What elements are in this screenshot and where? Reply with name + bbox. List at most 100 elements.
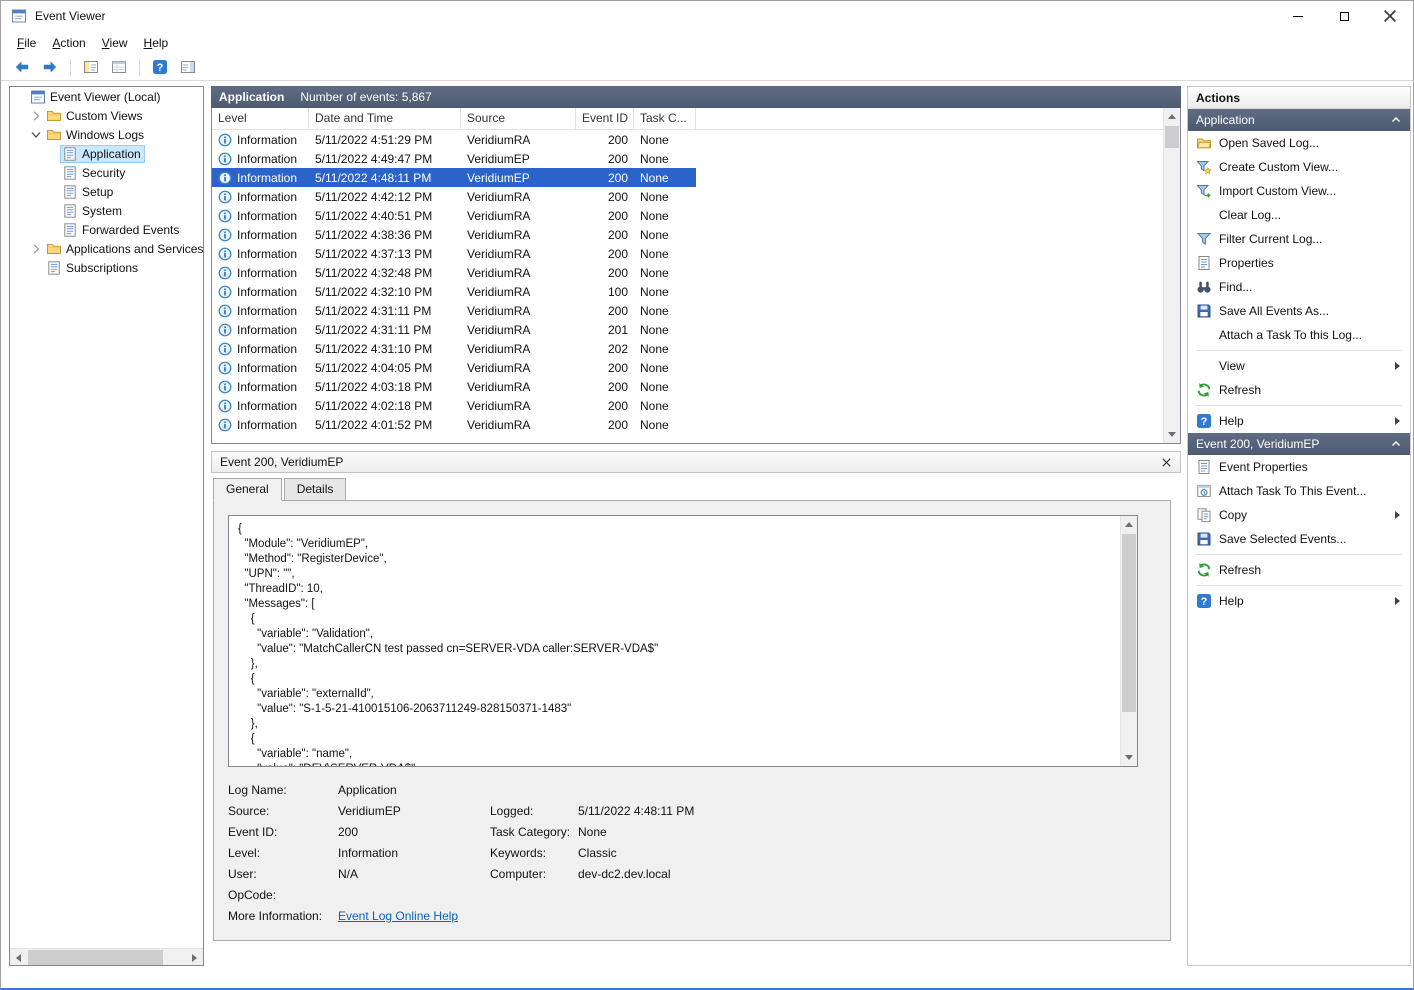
- tree-item-forwarded-events[interactable]: Forwarded Events: [10, 220, 203, 239]
- tree-item-system[interactable]: System: [10, 201, 203, 220]
- meta-empty: [490, 783, 578, 798]
- menu-file[interactable]: File: [9, 33, 44, 53]
- event-row[interactable]: Information5/11/2022 4:31:11 PMVeridiumR…: [212, 301, 696, 320]
- event-row[interactable]: Information5/11/2022 4:32:10 PMVeridiumR…: [212, 282, 696, 301]
- properties-icon: [1196, 459, 1212, 475]
- svg-text:?: ?: [1201, 596, 1208, 608]
- action-label: View: [1219, 359, 1245, 373]
- scroll-up-button[interactable]: [1164, 108, 1180, 125]
- column-header-task-c[interactable]: Task C...: [634, 108, 696, 129]
- event-row[interactable]: Information5/11/2022 4:42:12 PMVeridiumR…: [212, 187, 696, 206]
- event-level-text: Information: [237, 152, 297, 166]
- chevron-right-icon[interactable]: [28, 108, 44, 124]
- event-date-cell: 5/11/2022 4:48:11 PM: [309, 171, 461, 185]
- event-source-cell: VeridiumRA: [461, 266, 576, 280]
- menu-action[interactable]: Action: [44, 33, 93, 53]
- column-header-source[interactable]: Source: [461, 108, 576, 129]
- scroll-down-button[interactable]: [1164, 426, 1180, 443]
- tree-item-security[interactable]: Security: [10, 163, 203, 182]
- tree-item-label: Applications and Services Lo: [66, 242, 204, 256]
- event-list-vertical-scrollbar[interactable]: [1163, 108, 1180, 443]
- actions-section-event-200-veridiumep[interactable]: Event 200, VeridiumEP: [1188, 433, 1410, 455]
- event-row[interactable]: Information5/11/2022 4:31:10 PMVeridiumR…: [212, 339, 696, 358]
- event-row[interactable]: Information5/11/2022 4:40:51 PMVeridiumR…: [212, 206, 696, 225]
- action-save-all-events-as[interactable]: Save All Events As...: [1188, 299, 1410, 323]
- tree-item-event-viewer-local[interactable]: Event Viewer (Local): [10, 87, 203, 106]
- action-help[interactable]: ?Help: [1188, 409, 1410, 433]
- event-date-cell: 5/11/2022 4:03:18 PM: [309, 380, 461, 394]
- column-header-level[interactable]: Level: [212, 108, 309, 129]
- event-row[interactable]: Information5/11/2022 4:48:11 PMVeridiumE…: [212, 168, 696, 187]
- tree-item-application[interactable]: Application: [10, 144, 203, 163]
- action-refresh[interactable]: Refresh: [1188, 378, 1410, 402]
- scroll-down-button[interactable]: [1121, 749, 1137, 766]
- action-create-custom-view[interactable]: Create Custom View...: [1188, 155, 1410, 179]
- action-filter-current-log[interactable]: Filter Current Log...: [1188, 227, 1410, 251]
- close-preview-icon[interactable]: [1161, 457, 1172, 468]
- action-save-selected-events[interactable]: Save Selected Events...: [1188, 527, 1410, 551]
- event-row[interactable]: Information5/11/2022 4:32:48 PMVeridiumR…: [212, 263, 696, 282]
- show-console-tree-icon: [83, 59, 99, 75]
- scrollbar-thumb[interactable]: [1122, 534, 1136, 712]
- column-header-event-id[interactable]: Event ID: [576, 108, 634, 129]
- action-find[interactable]: Find...: [1188, 275, 1410, 299]
- export-list-button[interactable]: [106, 56, 132, 79]
- action-copy[interactable]: Copy: [1188, 503, 1410, 527]
- tab-general[interactable]: General: [213, 478, 282, 501]
- tree-item-setup[interactable]: Setup: [10, 182, 203, 201]
- show-action-pane-button[interactable]: [175, 56, 201, 79]
- event-row[interactable]: Information5/11/2022 4:04:05 PMVeridiumR…: [212, 358, 696, 377]
- action-import-custom-view[interactable]: Import Custom View...: [1188, 179, 1410, 203]
- event-row[interactable]: Information5/11/2022 4:49:47 PMVeridiumE…: [212, 149, 696, 168]
- event-level-text: Information: [237, 304, 297, 318]
- maximize-button[interactable]: [1321, 1, 1367, 31]
- action-attach-a-task-to-this-log[interactable]: Attach a Task To this Log...: [1188, 323, 1410, 347]
- scroll-left-button[interactable]: [10, 949, 27, 966]
- action-help[interactable]: ?Help: [1188, 589, 1410, 613]
- general-tab-page: { "Module": "VeridiumEP", "Method": "Reg…: [213, 500, 1171, 941]
- action-open-saved-log[interactable]: Open Saved Log...: [1188, 131, 1410, 155]
- tree-horizontal-scrollbar[interactable]: [10, 948, 203, 965]
- action-event-properties[interactable]: Event Properties: [1188, 455, 1410, 479]
- help-button[interactable]: ?: [147, 56, 173, 79]
- description-vertical-scrollbar[interactable]: [1120, 516, 1137, 766]
- source-label: Source:: [228, 804, 338, 819]
- scroll-right-button[interactable]: [186, 949, 203, 966]
- actions-section-application[interactable]: Application: [1188, 109, 1410, 131]
- action-label: Open Saved Log...: [1219, 136, 1319, 150]
- event-task-cell: None: [634, 228, 696, 242]
- tree-item-subscriptions[interactable]: Subscriptions: [10, 258, 203, 277]
- chevron-down-icon[interactable]: [28, 127, 44, 143]
- show-console-tree-button[interactable]: [78, 56, 104, 79]
- menu-help[interactable]: Help: [136, 33, 177, 53]
- event-row[interactable]: Information5/11/2022 4:03:18 PMVeridiumR…: [212, 377, 696, 396]
- event-row[interactable]: Information5/11/2022 4:38:36 PMVeridiumR…: [212, 225, 696, 244]
- action-clear-log[interactable]: Clear Log...: [1188, 203, 1410, 227]
- menu-view[interactable]: View: [94, 33, 136, 53]
- forward-arrow-button[interactable]: [37, 56, 63, 79]
- tree-item-applications-and-services-lo[interactable]: Applications and Services Lo: [10, 239, 203, 258]
- back-arrow-button[interactable]: [9, 56, 35, 79]
- scrollbar-thumb[interactable]: [1165, 126, 1179, 148]
- action-refresh[interactable]: Refresh: [1188, 558, 1410, 582]
- tree-item-windows-logs[interactable]: Windows Logs: [10, 125, 203, 144]
- tab-details[interactable]: Details: [284, 478, 347, 501]
- logged-label: Logged:: [490, 804, 578, 819]
- event-row[interactable]: Information5/11/2022 4:01:52 PMVeridiumR…: [212, 415, 696, 434]
- event-row[interactable]: Information5/11/2022 4:51:29 PMVeridiumR…: [212, 130, 696, 149]
- scroll-up-button[interactable]: [1121, 516, 1137, 533]
- event-log-online-help-link[interactable]: Event Log Online Help: [338, 909, 490, 924]
- tree-item-custom-views[interactable]: Custom Views: [10, 106, 203, 125]
- chevron-right-icon[interactable]: [28, 241, 44, 257]
- action-view[interactable]: View: [1188, 354, 1410, 378]
- event-row[interactable]: Information5/11/2022 4:31:11 PMVeridiumR…: [212, 320, 696, 339]
- main-panel: Application Number of events: 5,867 Leve…: [211, 86, 1181, 966]
- close-button[interactable]: [1367, 1, 1413, 31]
- scrollbar-thumb[interactable]: [28, 950, 163, 965]
- event-row[interactable]: Information5/11/2022 4:02:18 PMVeridiumR…: [212, 396, 696, 415]
- minimize-button[interactable]: [1275, 1, 1321, 31]
- column-header-date-and-time[interactable]: Date and Time: [309, 108, 461, 129]
- event-row[interactable]: Information5/11/2022 4:37:13 PMVeridiumR…: [212, 244, 696, 263]
- action-properties[interactable]: Properties: [1188, 251, 1410, 275]
- action-attach-task-to-this-event[interactable]: Attach Task To This Event...: [1188, 479, 1410, 503]
